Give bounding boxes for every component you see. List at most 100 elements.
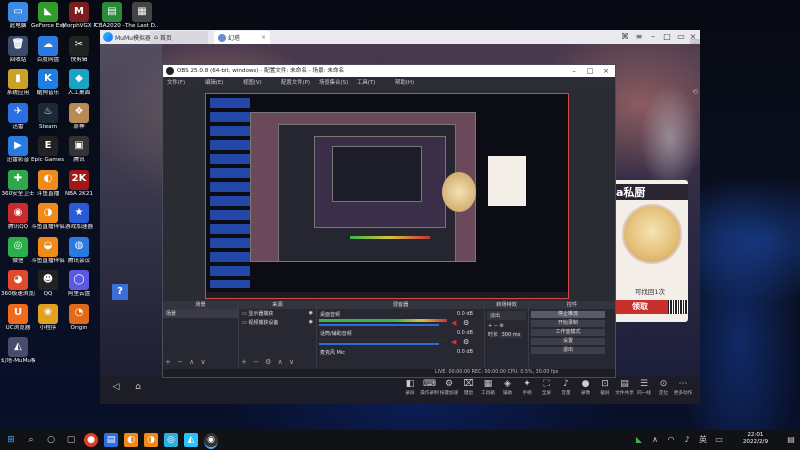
- desktop-icon[interactable]: ◯ 阿里云盘: [62, 270, 96, 297]
- desktop-icon[interactable]: ▶ 迅雷影音: [1, 136, 35, 163]
- obs-close-icon[interactable]: ×: [599, 65, 613, 77]
- source-item[interactable]: ▭ 显示器捕获 ◉: [239, 309, 316, 318]
- settings-button[interactable]: 设置: [531, 338, 605, 345]
- task-view-icon[interactable]: ○: [44, 433, 58, 447]
- toolbar-item[interactable]: ⋯ 更多动作: [671, 379, 695, 396]
- desktop-icon[interactable]: 2K NBA 2K21: [62, 169, 96, 197]
- desktop-icon[interactable]: ▮ 系统应用: [1, 69, 35, 96]
- keyboard-icon[interactable]: ⌨: [690, 38, 700, 48]
- search-icon[interactable]: ⌕: [24, 433, 38, 447]
- exit-button[interactable]: 退出: [531, 347, 605, 354]
- desktop-icon[interactable]: U UC浏览器: [1, 303, 35, 331]
- tray-clock[interactable]: 22:01 2022/2/9: [743, 432, 768, 446]
- desktop-icon[interactable]: EEpic Games Launcher: [31, 136, 65, 163]
- mute-icon[interactable]: ◀: [451, 319, 456, 327]
- desktop-icon[interactable]: ◭幻塔-MuMu模拟器: [1, 337, 35, 364]
- channel-settings-icon[interactable]: ⚙: [463, 319, 469, 327]
- obs-minimize-icon[interactable]: –: [567, 65, 581, 77]
- wifi-icon[interactable]: ◠: [664, 433, 678, 447]
- close-tab-icon[interactable]: ×: [261, 34, 266, 41]
- desktop-icon[interactable]: 🗑 回收站: [1, 35, 35, 63]
- scenes-controls[interactable]: + − ∧ ∨: [165, 358, 208, 366]
- channel-settings-icon[interactable]: ⚙: [463, 338, 469, 346]
- volume-slider[interactable]: [319, 343, 439, 345]
- eye-icon[interactable]: ◉: [309, 319, 313, 325]
- desktop-icon[interactable]: ▣ 腾讯: [62, 136, 96, 163]
- eye-icon[interactable]: ◉: [309, 310, 313, 316]
- scene-item[interactable]: 场景: [163, 309, 238, 318]
- obs-preview[interactable]: [205, 93, 569, 299]
- desktop-icon[interactable]: MMorphVGX Pro: [62, 2, 96, 29]
- desktop-icon[interactable]: ▭ 此电脑: [1, 2, 35, 29]
- duration-value[interactable]: 300 ms: [499, 332, 523, 338]
- nvidia-tray-icon[interactable]: ◣: [632, 433, 646, 447]
- obs-menu-item[interactable]: 工具(T): [357, 78, 375, 86]
- stop-stream-button[interactable]: 停止推流: [531, 311, 605, 318]
- help-button[interactable]: ?: [112, 284, 128, 300]
- tab-home[interactable]: ⌂ 首页: [150, 31, 208, 44]
- obs-menu-item[interactable]: 视图(V): [243, 78, 262, 86]
- obs-menu-item[interactable]: 文件(F): [167, 78, 185, 86]
- desktop-icon[interactable]: K 酷狗音乐: [31, 69, 65, 96]
- desktop-icon[interactable]: ◑ 斗鱼直播伴侣: [31, 203, 65, 230]
- transition-type[interactable]: 淡出: [487, 311, 526, 320]
- shop-icon[interactable]: ⌘: [620, 32, 630, 42]
- obs-menu-item[interactable]: 场景集合(S): [319, 78, 348, 86]
- desktop-icon[interactable]: ◉ 腾讯QQ: [1, 203, 35, 230]
- douyu-companion-icon[interactable]: ◑: [144, 433, 158, 447]
- sources-controls[interactable]: + − ⚙ ∧ ∨: [241, 358, 296, 366]
- input-method-icon[interactable]: 英: [696, 433, 710, 447]
- studio-mode-button[interactable]: 工作室模式: [531, 329, 605, 336]
- obs-menu-item[interactable]: 编辑(E): [205, 78, 223, 86]
- mumu-taskbar-icon[interactable]: ◭: [184, 433, 198, 447]
- obs-menu-item[interactable]: 配置文件(P): [281, 78, 310, 86]
- desktop-icon[interactable]: ▦ The Last D...: [125, 2, 159, 29]
- desktop-icon-label: 斗鱼直播伴侣: [31, 224, 65, 230]
- maximize-icon[interactable]: □: [662, 32, 672, 42]
- desktop-icon[interactable]: ◆ 人工桌面: [62, 69, 96, 96]
- source-item[interactable]: ▭ 视频捕获设备 ◉: [239, 318, 316, 327]
- rotate-icon[interactable]: ⟲: [690, 88, 700, 98]
- volume-slider[interactable]: [319, 324, 439, 326]
- back-icon[interactable]: ◁: [104, 382, 128, 393]
- explorer-icon[interactable]: ▤: [104, 433, 118, 447]
- start-recording-button[interactable]: 开始录制: [531, 320, 605, 327]
- obs-menu-item[interactable]: 帮助(H): [395, 78, 414, 86]
- desktop-icon[interactable]: ◍ 腾讯会议: [62, 236, 96, 264]
- desktop-icon[interactable]: ◎ 微信: [1, 236, 35, 264]
- desktop-icon[interactable]: ◣GeForce Experience: [31, 2, 65, 29]
- desktop-icon[interactable]: ❀ 小程序: [31, 303, 65, 331]
- desktop-icon[interactable]: ▤ CBA2020 - ...: [95, 2, 129, 29]
- desktop-icon[interactable]: ♨ Steam: [31, 102, 65, 130]
- obs-taskbar-icon[interactable]: ◉: [204, 433, 218, 449]
- tray-expand-icon[interactable]: ∧: [648, 433, 662, 447]
- claim-button[interactable]: 领取: [612, 300, 668, 314]
- douyu-icon[interactable]: ◐: [124, 433, 138, 447]
- restore-icon[interactable]: ▭: [676, 32, 686, 42]
- tab-game[interactable]: 幻塔 ×: [214, 31, 270, 44]
- widgets-icon[interactable]: ▢: [64, 433, 78, 447]
- desktop-icon[interactable]: ◔ Origin: [62, 303, 96, 331]
- desktop-icon[interactable]: ★ 游戏加速器: [62, 203, 96, 230]
- home-nav-icon[interactable]: ⌂: [126, 382, 150, 393]
- desktop-icon[interactable]: ✚ 360安全卫士: [1, 169, 35, 197]
- volume-icon[interactable]: ♪: [680, 433, 694, 447]
- transition-controls[interactable]: + − ⚙: [485, 322, 528, 330]
- desktop-icon[interactable]: ◕360极速浏览器: [1, 270, 35, 297]
- desktop-icon[interactable]: ✂ 快剪辑: [62, 35, 96, 63]
- desktop-icon[interactable]: ◒ 斗鱼直播伴侣: [31, 236, 65, 264]
- battery-icon[interactable]: ▭: [712, 433, 726, 447]
- minimize-icon[interactable]: –: [648, 32, 658, 42]
- mute-icon[interactable]: ◀: [451, 338, 456, 346]
- desktop-icon[interactable]: ☁ 百度网盘: [31, 35, 65, 63]
- desktop-icon[interactable]: ✈ 迅雷: [1, 102, 35, 130]
- obs-maximize-icon[interactable]: □: [583, 65, 597, 77]
- desktop-icon[interactable]: ◐ 斗鱼直播: [31, 169, 65, 197]
- qq-icon[interactable]: ◎: [164, 433, 178, 447]
- notifications-icon[interactable]: ▤: [784, 433, 798, 447]
- start-windows-icon[interactable]: ⊞: [4, 433, 18, 447]
- menu-icon[interactable]: ≡: [634, 32, 644, 42]
- desktop-icon[interactable]: ❖ 原神: [62, 102, 96, 130]
- chrome-icon[interactable]: ●: [84, 433, 98, 447]
- desktop-icon[interactable]: ☻ QQ: [31, 270, 65, 297]
